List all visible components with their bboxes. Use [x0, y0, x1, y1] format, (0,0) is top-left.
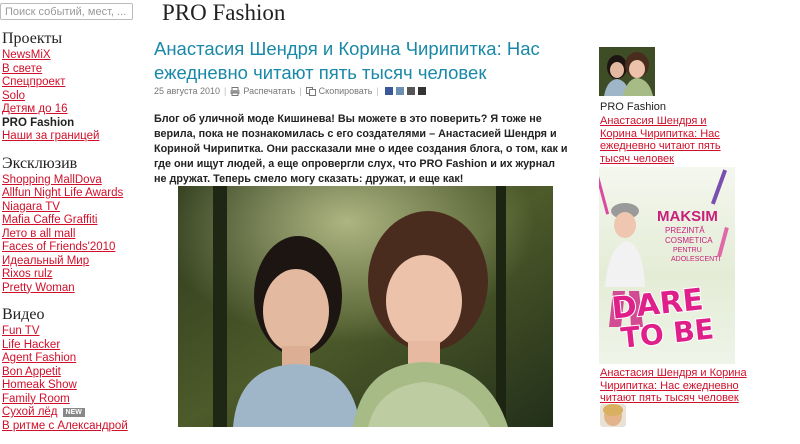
twitter-icon[interactable]: [395, 87, 404, 95]
meta-divider: |: [224, 86, 227, 96]
article-date: 25 августа 2010: [154, 86, 221, 96]
site-title: PRO Fashion: [162, 0, 286, 25]
sidebar-link[interactable]: Pretty Woman: [2, 282, 75, 294]
sidebar-link[interactable]: NewsMiX: [2, 49, 51, 61]
sidebar-link[interactable]: Family Room: [2, 393, 70, 405]
sidebar-link[interactable]: Solo: [2, 90, 25, 102]
share-icons: [384, 87, 426, 95]
ad-line2: COSMETICA: [665, 236, 713, 245]
sidebar-link[interactable]: В ритме с Александрой: [2, 420, 128, 432]
section-title: Видео: [2, 306, 45, 323]
article-lead: Блог об уличной моде Кишинева! Вы можете…: [154, 113, 568, 185]
sidebar-item: Детям до 16: [2, 103, 142, 117]
sidebar-item-active: PRO Fashion: [2, 117, 142, 131]
article-meta: 25 августа 2010 | Распечатать | Скопиров…: [154, 86, 426, 96]
sidebar-item: Спецпроект: [2, 76, 142, 90]
sidebar-active-label: PRO Fashion: [2, 116, 75, 129]
copy-icon: [305, 86, 316, 96]
ad-brand: MAKSIM: [657, 208, 718, 225]
sidebar-link[interactable]: В свете: [2, 63, 42, 75]
print-button[interactable]: Распечатать: [230, 86, 295, 96]
sidebar-link[interactable]: Rixos rulz: [2, 268, 52, 280]
copy-button[interactable]: Скопировать: [305, 86, 373, 96]
meta-divider: |: [299, 86, 302, 96]
odnoklassniki-icon[interactable]: [406, 87, 415, 95]
article-photo: [178, 186, 553, 427]
right-section-title: PRO Fashion: [600, 101, 667, 113]
sidebar-section-projects: Проекты NewsMiX В свете Спецпроект Solo …: [2, 30, 142, 144]
print-label: Распечатать: [243, 86, 296, 96]
sidebar-link[interactable]: Life Hacker: [2, 339, 60, 351]
sidebar-item: NewsMiX: [2, 49, 142, 63]
sidebar: Проекты NewsMiX В свете Спецпроект Solo …: [2, 30, 142, 444]
ad-line4: ADOLESCENTI: [671, 256, 720, 263]
right-article-link[interactable]: Анастасия Шендря и Корина Чирипитка: Нас…: [600, 115, 740, 165]
search-input[interactable]: [0, 3, 133, 20]
sidebar-link[interactable]: Agent Fashion: [2, 352, 76, 364]
sidebar-link[interactable]: Спецпроект: [2, 76, 65, 88]
sidebar-link[interactable]: Лето в all mall: [2, 228, 75, 240]
sidebar-item: Solo: [2, 90, 142, 104]
section-title: Проекты: [2, 30, 63, 47]
sidebar-link[interactable]: Homeak Show: [2, 379, 77, 391]
sidebar-link[interactable]: Детям до 16: [2, 103, 68, 115]
printer-icon: [230, 86, 240, 96]
advertisement-banner[interactable]: MAKSIM PREZINTĂ COSMETICA PENTRU ADOLESC…: [599, 167, 735, 364]
sidebar-link[interactable]: Niagara TV: [2, 201, 60, 213]
sidebar-link[interactable]: Mafia Caffe Graffiti: [2, 214, 97, 226]
sidebar-link[interactable]: Fun TV: [2, 325, 40, 337]
ad-line1: PREZINTĂ: [665, 226, 705, 235]
ad-line3: PENTRU: [673, 247, 702, 254]
article-title: Анастасия Шендря и Корина Чирипитка: Нас…: [154, 38, 540, 83]
copy-label: Скопировать: [318, 86, 373, 96]
section-title: Эксклюзив: [2, 154, 78, 172]
facebook-icon[interactable]: [384, 87, 393, 95]
sidebar-link[interactable]: Faces of Friends'2010: [2, 241, 115, 253]
ad-caption-link[interactable]: Анастасия Шендря и Корина Чирипитка: Нас…: [600, 367, 750, 405]
right-thumbnail[interactable]: [599, 47, 655, 96]
right-thumbnail-2[interactable]: [600, 404, 626, 427]
sidebar-item: Наши за границей: [2, 130, 142, 144]
sidebar-link[interactable]: Наши за границей: [2, 130, 99, 142]
sidebar-link[interactable]: Идеальный Мир: [2, 255, 89, 267]
sidebar-link[interactable]: Сухой лёд: [2, 406, 58, 418]
new-badge: NEW: [62, 408, 85, 417]
sidebar-link[interactable]: Shopping MallDova: [2, 174, 102, 186]
meta-divider: |: [376, 86, 379, 96]
sidebar-link[interactable]: Allfun Night Life Awards: [2, 187, 123, 199]
vkontakte-icon[interactable]: [417, 87, 426, 95]
sidebar-link[interactable]: Bon Appetit: [2, 366, 61, 378]
sidebar-item: В свете: [2, 63, 142, 77]
sidebar-section-exclusive: Эксклюзив Shopping MallDova Allfun Night…: [2, 155, 142, 296]
sidebar-section-video: Видео Fun TV Life Hacker Agent Fashion B…: [2, 306, 142, 433]
